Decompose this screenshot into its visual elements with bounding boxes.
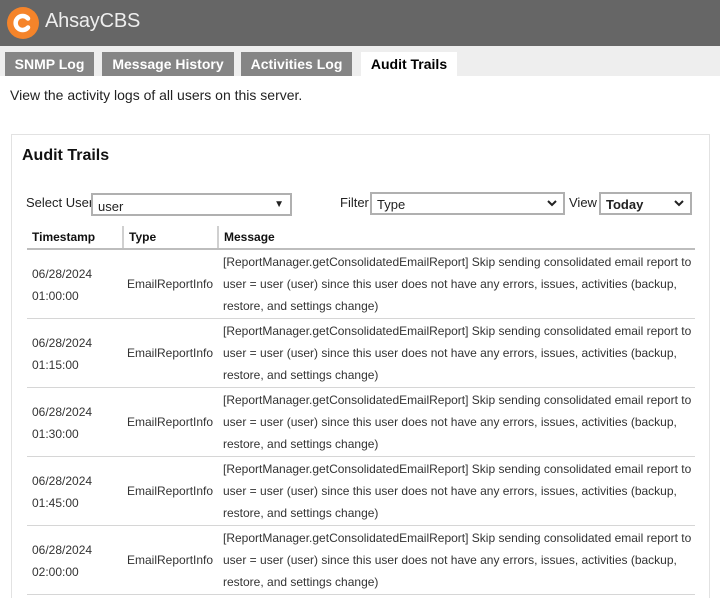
column-header-type[interactable]: Type: [122, 226, 218, 248]
dropdown-arrow-icon: ▼: [274, 199, 284, 210]
timestamp-cell: 06/28/2024 01:00:00: [32, 267, 93, 303]
brand-name: AhsayCBS: [45, 10, 141, 32]
table-header: Timestamp Type Message: [27, 226, 695, 250]
tab-audit-trails[interactable]: Audit Trails: [361, 52, 457, 76]
type-cell: EmailReportInfo: [127, 346, 214, 360]
table-row: 06/28/2024 01:45:00 EmailReportInfo [Repo…: [27, 457, 695, 526]
table-row: 06/28/2024 01:30:00 EmailReportInfo [Repo…: [27, 388, 695, 457]
tab-snmp-log[interactable]: SNMP Log: [5, 52, 94, 76]
type-cell: EmailReportInfo: [127, 277, 214, 291]
type-cell: EmailReportInfo: [127, 415, 214, 429]
panel-title: Audit Trails: [22, 147, 110, 164]
select-user-label: Select User: [26, 195, 94, 210]
page-description: View the activity logs of all users on t…: [10, 87, 303, 103]
type-cell: EmailReportInfo: [127, 484, 214, 498]
message-cell: [ReportManager.getConsolidatedEmailRepor…: [223, 255, 692, 313]
ahsay-logo-icon: [7, 7, 39, 39]
chevron-down-icon: [674, 200, 684, 207]
filter-value: Type: [377, 197, 406, 212]
timestamp-cell: 06/28/2024 01:45:00: [32, 474, 93, 510]
column-header-message[interactable]: Message: [217, 226, 695, 248]
view-label: View: [569, 195, 597, 210]
select-user-dropdown[interactable]: user ▼: [91, 193, 292, 216]
top-header-bar: AhsayCBS: [0, 0, 720, 46]
timestamp-cell: 06/28/2024 02:00:00: [32, 543, 93, 579]
tab-message-history[interactable]: Message History: [102, 52, 234, 76]
chevron-down-icon: [547, 200, 557, 207]
message-cell: [ReportManager.getConsolidatedEmailRepor…: [223, 324, 692, 382]
message-cell: [ReportManager.getConsolidatedEmailRepor…: [223, 462, 692, 520]
filter-label: Filter: [340, 195, 369, 210]
timestamp-cell: 06/28/2024 01:30:00: [32, 405, 93, 441]
message-cell: [ReportManager.getConsolidatedEmailRepor…: [223, 531, 692, 589]
table-row: 06/28/2024 01:15:00 EmailReportInfo [Repo…: [27, 319, 695, 388]
tab-bar: SNMP Log Message History Activities Log …: [0, 46, 720, 76]
type-cell: EmailReportInfo: [127, 553, 214, 567]
tab-activities-log[interactable]: Activities Log: [241, 52, 352, 76]
view-value: Today: [606, 197, 644, 212]
filter-dropdown[interactable]: Type: [370, 192, 565, 215]
message-cell: [ReportManager.getConsolidatedEmailRepor…: [223, 393, 692, 451]
audit-trails-panel: Audit Trails Select User user ▼ Filter T…: [11, 134, 710, 598]
view-dropdown[interactable]: Today: [599, 192, 692, 215]
select-user-value: user: [98, 199, 124, 214]
timestamp-cell: 06/28/2024 01:15:00: [32, 336, 93, 372]
column-header-timestamp[interactable]: Timestamp: [27, 226, 122, 248]
table-row: 06/28/2024 01:00:00 EmailReportInfo [Repo…: [27, 250, 695, 319]
table-row: 06/28/2024 02:00:00 EmailReportInfo [Repo…: [27, 526, 695, 595]
audit-trails-table: Timestamp Type Message 06/28/2024 01:00:0…: [27, 226, 695, 595]
